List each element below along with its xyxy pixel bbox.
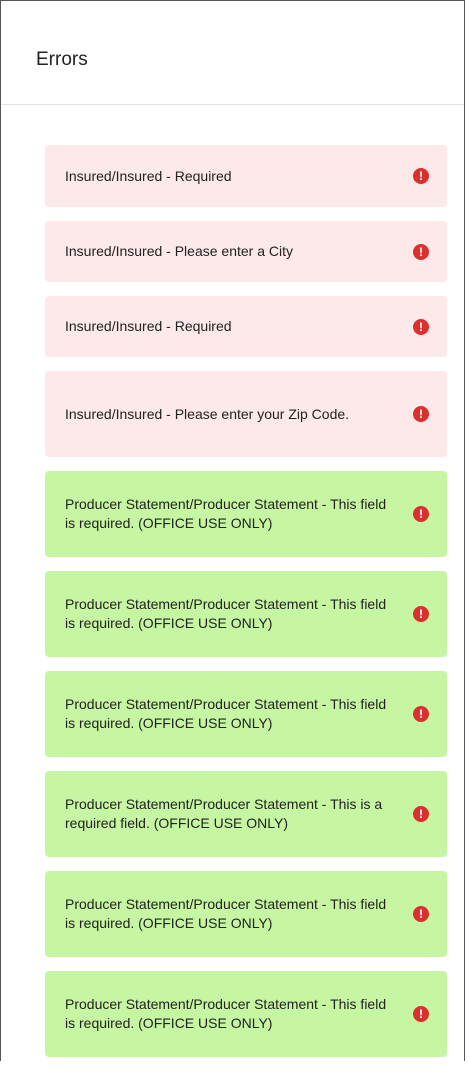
exclamation-circle-icon: ! [413, 606, 429, 622]
error-item[interactable]: Insured/Insured - Required ! [45, 145, 447, 207]
error-item[interactable]: Producer Statement/Producer Statement - … [45, 771, 447, 857]
error-message: Producer Statement/Producer Statement - … [65, 596, 387, 631]
exclamation-circle-icon: ! [413, 1006, 429, 1022]
error-message: Producer Statement/Producer Statement - … [65, 896, 387, 931]
exclamation-circle-icon: ! [413, 243, 429, 260]
error-message: Insured/Insured - Required [65, 318, 232, 334]
error-item[interactable]: Insured/Insured - Please enter your Zip … [45, 371, 447, 457]
error-item[interactable]: Producer Statement/Producer Statement - … [45, 571, 447, 657]
errors-panel: Errors Insured/Insured - Required ! Insu… [0, 0, 465, 1061]
error-message: Producer Statement/Producer Statement - … [65, 996, 387, 1031]
panel-header: Errors [1, 1, 464, 105]
error-list: Insured/Insured - Required ! Insured/Ins… [45, 145, 447, 1071]
error-message: Insured/Insured - Please enter your Zip … [65, 405, 350, 422]
exclamation-circle-icon: ! [413, 406, 429, 422]
error-message: Producer Statement/Producer Statement - … [65, 496, 387, 531]
exclamation-circle-icon: ! [413, 506, 429, 522]
panel-title: Errors [36, 49, 88, 70]
exclamation-circle-icon: ! [413, 706, 429, 722]
error-item[interactable]: Producer Statement/Producer Statement - … [45, 471, 447, 557]
exclamation-circle-icon: ! [413, 168, 429, 184]
error-message: Insured/Insured - Required [65, 167, 232, 184]
error-item[interactable]: Insured/Insured - Required ! [45, 296, 447, 357]
error-item[interactable]: Insured/Insured - Please enter a City ! [45, 221, 447, 282]
error-item[interactable]: Producer Statement/Producer Statement - … [45, 671, 447, 757]
error-message: Insured/Insured - Please enter a City [65, 243, 294, 259]
exclamation-circle-icon: ! [413, 806, 429, 822]
error-message: Producer Statement/Producer Statement - … [65, 796, 383, 831]
exclamation-circle-icon: ! [413, 318, 429, 335]
error-item[interactable]: Producer Statement/Producer Statement - … [45, 971, 447, 1057]
exclamation-circle-icon: ! [413, 906, 429, 922]
error-item[interactable]: Producer Statement/Producer Statement - … [45, 871, 447, 957]
error-message: Producer Statement/Producer Statement - … [65, 696, 387, 731]
